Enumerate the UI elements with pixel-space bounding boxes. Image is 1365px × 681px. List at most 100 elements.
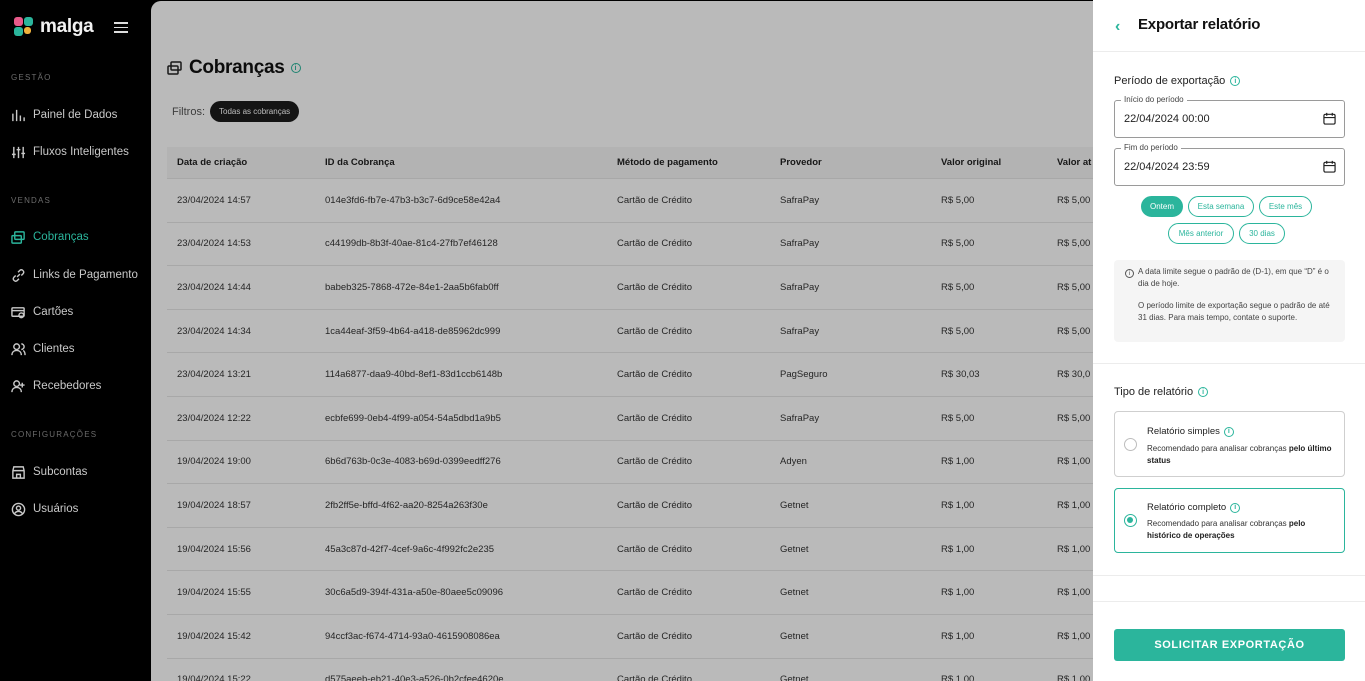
- filter-chip[interactable]: Todas as cobranças: [210, 101, 300, 122]
- report-option-simple[interactable]: Relatório simples i Recomendado para ana…: [1114, 411, 1345, 477]
- cell-original: R$ 5,00: [941, 238, 975, 250]
- cell-method: Cartão de Crédito: [617, 412, 692, 424]
- cell-method: Cartão de Crédito: [617, 281, 692, 293]
- cell-method: Cartão de Crédito: [617, 499, 692, 511]
- cell-provider: PagSeguro: [780, 369, 828, 381]
- cell-original: R$ 5,00: [941, 194, 975, 206]
- logo-mark-icon: [14, 16, 34, 38]
- complete-title-text: Relatório completo: [1147, 502, 1227, 513]
- col-header-date[interactable]: Data de criação: [177, 157, 247, 168]
- radio-simple[interactable]: [1124, 438, 1137, 451]
- start-date-field[interactable]: Início do período 22/04/2024 00:00: [1114, 95, 1345, 138]
- col-header-original[interactable]: Valor original: [941, 157, 1001, 168]
- cell-id: ecbfe699-0eb4-4f99-a054-54a5dbd1a9b5: [325, 412, 501, 424]
- report-option-complete[interactable]: Relatório completo i Recomendado para an…: [1114, 488, 1345, 553]
- sidebar-item-fluxos[interactable]: Fluxos Inteligentes: [11, 143, 129, 161]
- filters-bar: Filtros: Todas as cobranças: [172, 101, 300, 122]
- table-row[interactable]: 23/04/2024 14:34 1ca44eaf-3f59-4b64-a418-…: [167, 310, 1093, 354]
- quick-range-semana[interactable]: Esta semana: [1188, 196, 1254, 217]
- request-export-button[interactable]: SOLICITAR EXPORTAÇÃO: [1114, 629, 1345, 661]
- cell-original: R$ 1,00: [941, 630, 975, 642]
- link-icon: [12, 268, 25, 282]
- table-row[interactable]: 19/04/2024 15:55 30c6a5d9-394f-431a-a50e-…: [167, 571, 1093, 615]
- type-title-text: Tipo de relatório: [1114, 386, 1194, 398]
- quick-range-ontem[interactable]: Ontem: [1141, 196, 1183, 217]
- table-row[interactable]: 23/04/2024 12:22 ecbfe699-0eb4-4f99-a054-…: [167, 397, 1093, 441]
- table-row[interactable]: 23/04/2024 13:21 114a6877-daa9-40bd-8ef1-…: [167, 353, 1093, 397]
- sidebar-item-cobrancas[interactable]: Cobranças: [11, 228, 89, 246]
- sidebar-item-label: Cartões: [33, 306, 74, 318]
- sidebar-item-label: Cobranças: [33, 231, 89, 243]
- info-icon[interactable]: i: [290, 63, 301, 73]
- export-panel: ‹ Exportar relatório Período de exportaç…: [1093, 0, 1365, 681]
- table-row[interactable]: 19/04/2024 15:22 d575aeeb-eb21-40e3-a526-…: [167, 659, 1093, 681]
- sidebar-item-usuarios[interactable]: Usuários: [11, 500, 78, 518]
- cell-id: c44199db-8b3f-40ae-81c4-27fb7ef46128: [325, 238, 498, 250]
- cell-date: 23/04/2024 14:34: [177, 325, 251, 337]
- table-row[interactable]: 19/04/2024 15:56 45a3c87d-42f7-4cef-9a6c-…: [167, 528, 1093, 572]
- back-chevron-icon[interactable]: ‹: [1115, 18, 1120, 36]
- info-icon[interactable]: i: [1223, 426, 1234, 437]
- table-row[interactable]: 19/04/2024 18:57 2fb2ff5e-bffd-4f62-aa20-…: [167, 484, 1093, 528]
- sidebar-item-links[interactable]: Links de Pagamento: [11, 266, 138, 284]
- cell-date: 23/04/2024 14:44: [177, 281, 251, 293]
- sliders-icon: [11, 146, 26, 158]
- quick-range-mes[interactable]: Este mês: [1259, 196, 1312, 217]
- calendar-icon[interactable]: [1323, 112, 1336, 125]
- period-section-title: Período de exportação i: [1114, 75, 1241, 87]
- cell-provider: SafraPay: [780, 194, 820, 206]
- cell-provider: Getnet: [780, 630, 809, 642]
- section-label-gestao: GESTÃO: [11, 73, 52, 82]
- table-row[interactable]: 23/04/2024 14:57 014e3fd6-fb7e-47b3-b3c7-…: [167, 179, 1093, 223]
- col-header-provider[interactable]: Provedor: [780, 157, 822, 168]
- info-icon: i: [1125, 269, 1134, 278]
- user-plus-icon: [11, 379, 25, 392]
- start-date-value[interactable]: 22/04/2024 00:00: [1124, 113, 1210, 125]
- sidebar-item-painel[interactable]: Painel de Dados: [11, 106, 117, 124]
- start-date-label: Início do período: [1121, 95, 1187, 104]
- cell-id: 2fb2ff5e-bffd-4f62-aa20-8254a263f30e: [325, 499, 488, 511]
- quick-range-30[interactable]: 30 dias: [1239, 223, 1285, 244]
- sidebar-item-recebedores[interactable]: Recebedores: [11, 377, 101, 395]
- end-date-field[interactable]: Fim do período 22/04/2024 23:59: [1114, 143, 1345, 186]
- cell-original: R$ 1,00: [941, 543, 975, 555]
- cell-original: R$ 1,00: [941, 456, 975, 468]
- sidebar-item-subcontas[interactable]: Subcontas: [11, 463, 87, 481]
- col-header-id[interactable]: ID da Cobrança: [325, 157, 395, 168]
- main-content: Cobranças i Filtros: Todas as cobranças …: [151, 1, 1093, 681]
- sidebar-item-clientes[interactable]: Clientes: [11, 340, 75, 358]
- hamburger-menu-icon[interactable]: [114, 22, 128, 33]
- cell-original: R$ 5,00: [941, 281, 975, 293]
- sidebar-item-label: Recebedores: [33, 380, 102, 392]
- table-row[interactable]: 23/04/2024 14:53 c44199db-8b3f-40ae-81c4-…: [167, 223, 1093, 267]
- note-text-1: A data limite segue o padrão de (D-1), e…: [1138, 267, 1329, 288]
- cell-date: 23/04/2024 13:21: [177, 369, 251, 381]
- sidebar-item-label: Painel de Dados: [33, 109, 118, 121]
- end-date-value[interactable]: 22/04/2024 23:59: [1124, 161, 1210, 173]
- sidebar-item-cartoes[interactable]: Cartões: [11, 303, 73, 321]
- cell-current: R$ 1,00: [1057, 456, 1091, 468]
- cell-provider: SafraPay: [780, 238, 820, 250]
- section-label-config: CONFIGURAÇÕES: [11, 430, 98, 439]
- cell-date: 19/04/2024 18:57: [177, 499, 251, 511]
- panel-header: ‹ Exportar relatório: [1093, 0, 1365, 52]
- col-header-current[interactable]: Valor at: [1057, 157, 1091, 168]
- cell-date: 19/04/2024 19:00: [177, 456, 251, 468]
- complete-desc-text: Recomendado para analisar cobranças: [1147, 519, 1289, 528]
- info-icon[interactable]: i: [1230, 76, 1241, 86]
- table-row[interactable]: 19/04/2024 19:00 6b6d763b-0c3e-4083-b69d-…: [167, 441, 1093, 485]
- radio-complete[interactable]: [1124, 514, 1137, 527]
- cell-method: Cartão de Crédito: [617, 369, 692, 381]
- quick-range-anterior[interactable]: Mês anterior: [1168, 223, 1234, 244]
- info-icon[interactable]: i: [1230, 502, 1241, 513]
- logo[interactable]: malga: [14, 16, 94, 38]
- cell-method: Cartão de Crédito: [617, 194, 692, 206]
- calendar-icon[interactable]: [1323, 160, 1336, 173]
- cell-current: R$ 5,00: [1057, 412, 1091, 424]
- table-row[interactable]: 19/04/2024 15:42 94ccf3ac-f674-4714-93a0-…: [167, 615, 1093, 659]
- table-row[interactable]: 23/04/2024 14:44 babeb325-7868-472e-84e1-…: [167, 266, 1093, 310]
- col-header-method[interactable]: Método de pagamento: [617, 157, 718, 168]
- info-icon[interactable]: i: [1198, 387, 1209, 397]
- cell-current: R$ 1,00: [1057, 587, 1091, 599]
- cell-provider: Getnet: [780, 587, 809, 599]
